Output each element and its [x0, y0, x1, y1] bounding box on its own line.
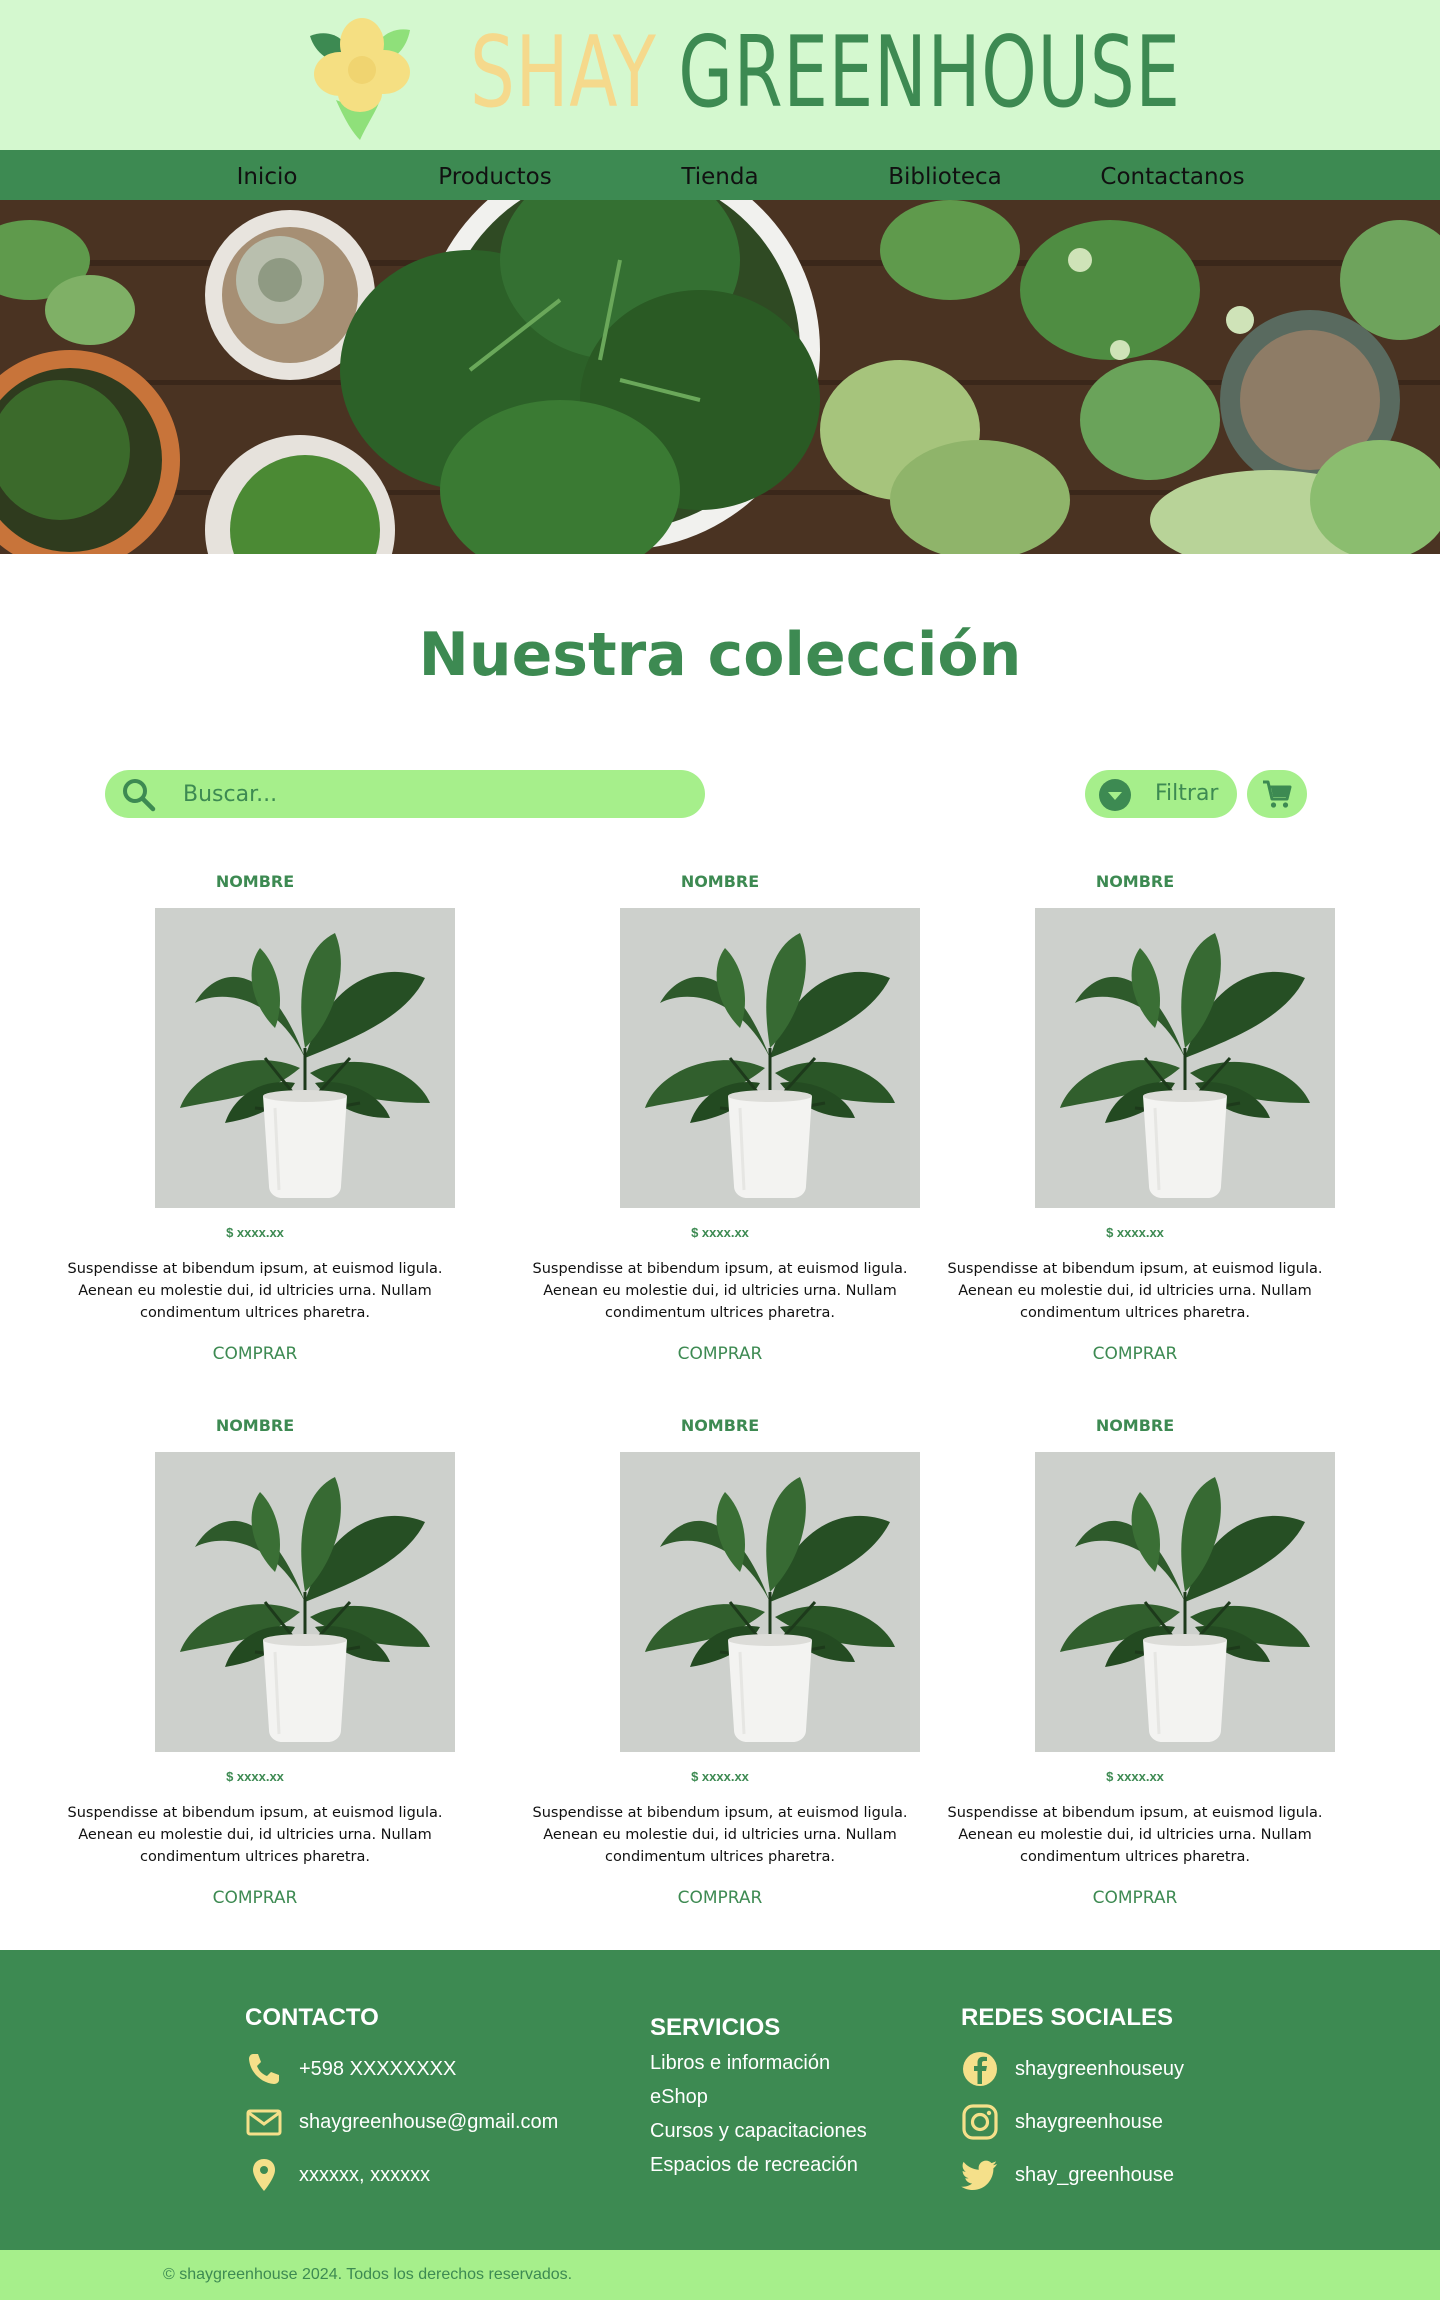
product-price: $ xxxx.xx [1106, 1225, 1164, 1240]
product-description: Suspendisse at bibendum ipsum, at euismo… [947, 1261, 1323, 1321]
service-item-libros[interactable]: Libros e información [650, 2046, 950, 2080]
cart-button[interactable] [1247, 770, 1307, 818]
product-image[interactable] [620, 1452, 920, 1752]
product-name: NOMBRE [1095, 872, 1175, 891]
product-card: NOMBRE $ xxxx.xx Suspendisse at bibendum… [530, 1416, 920, 1936]
potted-plant-illustration [645, 1477, 895, 1742]
product-card: NOMBRE $ xxxx.xx Suspendisse at bibendum… [65, 1416, 455, 1936]
product-card: NOMBRE $ xxxx.xx Suspendisse at bibendum… [65, 872, 455, 1392]
buy-button[interactable]: COMPRAR [65, 1888, 445, 1908]
section-title: Nuestra colección [418, 620, 1022, 690]
buy-button[interactable]: COMPRAR [530, 1344, 910, 1364]
potted-plant-illustration [1060, 933, 1310, 1198]
product-image[interactable] [1035, 1452, 1335, 1752]
search-bar[interactable] [105, 770, 705, 818]
nav-item-contactanos[interactable]: Contactanos [1095, 150, 1250, 200]
cart-icon [1263, 780, 1292, 808]
potted-plant-illustration [180, 933, 430, 1198]
buy-button[interactable]: COMPRAR [530, 1888, 910, 1908]
product-description: Suspendisse at bibendum ipsum, at euismo… [947, 1805, 1323, 1865]
product-image[interactable] [1035, 908, 1335, 1208]
product-price: $ xxxx.xx [691, 1769, 749, 1784]
brand-wordmark[interactable]: SHAY GREENHOUSE [470, 16, 1181, 130]
facebook-icon [963, 2052, 997, 2086]
instagram-icon [962, 2104, 998, 2140]
service-item-cursos[interactable]: Cursos y capacitaciones [650, 2114, 950, 2148]
footer-services-heading: SERVICIOS [650, 2014, 781, 2041]
mail-icon [246, 2109, 282, 2136]
nav-item-tienda[interactable]: Tienda [660, 150, 780, 200]
footer-services: SERVICIOS Libros e información eShop Cur… [650, 2014, 950, 2182]
copyright-bar: © shaygreenhouse 2024. Todos los derecho… [0, 2250, 1440, 2300]
site-footer: CONTACTO +598 XXXXXXXX shaygreenhouse@gm… [0, 1950, 1440, 2250]
product-name: NOMBRE [680, 1416, 760, 1435]
service-item-eshop[interactable]: eShop [650, 2080, 950, 2114]
potted-plant-illustration [1060, 1477, 1310, 1742]
product-image[interactable] [620, 908, 920, 1208]
social-facebook: shaygreenhouseuy [1015, 2058, 1185, 2080]
brand-part-greenhouse: GREENHOUSE [678, 16, 1181, 130]
footer-social: REDES SOCIALES shaygreenhouseuy shaygree… [961, 2004, 1301, 2204]
filter-label: Filtrar [1155, 781, 1219, 806]
flower-logo-icon[interactable] [290, 8, 430, 142]
product-description: Suspendisse at bibendum ipsum, at euismo… [67, 1805, 443, 1865]
product-name: NOMBRE [215, 1416, 295, 1435]
product-description: Suspendisse at bibendum ipsum, at euismo… [532, 1261, 908, 1321]
buy-button[interactable]: COMPRAR [945, 1888, 1325, 1908]
buy-button[interactable]: COMPRAR [945, 1344, 1325, 1364]
nav-item-productos[interactable]: Productos [420, 150, 570, 200]
hero-plants-illustration [0, 200, 1440, 554]
product-name: NOMBRE [215, 872, 295, 891]
location-pin-icon [253, 2159, 275, 2191]
search-input[interactable] [183, 770, 683, 818]
product-card: NOMBRE $ xxxx.xx Suspendisse at bibendum… [945, 1416, 1335, 1936]
product-image[interactable] [155, 1452, 455, 1752]
product-price: $ xxxx.xx [1106, 1769, 1164, 1784]
product-image[interactable] [155, 908, 455, 1208]
nav-item-inicio[interactable]: Inicio [217, 150, 317, 200]
top-header: SHAY GREENHOUSE [0, 0, 1440, 150]
product-name: NOMBRE [1095, 1416, 1175, 1435]
footer-social-heading: REDES SOCIALES [961, 2004, 1174, 2031]
contact-address: xxxxxx, xxxxxx [299, 2164, 431, 2186]
product-card: NOMBRE $ xxxx.xx Suspendisse at bibendum… [530, 872, 920, 1392]
product-price: $ xxxx.xx [691, 1225, 749, 1240]
filter-button[interactable]: Filtrar [1085, 770, 1237, 818]
search-icon[interactable] [121, 777, 157, 813]
product-card: NOMBRE $ xxxx.xx Suspendisse at bibendum… [945, 872, 1335, 1392]
service-item-espacios[interactable]: Espacios de recreación [650, 2148, 950, 2182]
product-price: $ xxxx.xx [226, 1225, 284, 1240]
main-navbar: Inicio Productos Tienda Biblioteca Conta… [0, 150, 1440, 200]
contact-email: shaygreenhouse@gmail.com [299, 2111, 559, 2133]
buy-button[interactable]: COMPRAR [65, 1344, 445, 1364]
footer-contact-heading: CONTACTO [245, 2004, 379, 2031]
copyright-text: © shaygreenhouse 2024. Todos los derecho… [163, 2266, 573, 2283]
social-instagram: shaygreenhouse [1015, 2111, 1163, 2133]
product-description: Suspendisse at bibendum ipsum, at euismo… [67, 1261, 443, 1321]
phone-icon [249, 2054, 279, 2084]
social-twitter: shay_greenhouse [1015, 2164, 1175, 2186]
product-name: NOMBRE [680, 872, 760, 891]
chevron-down-circle-icon [1099, 779, 1131, 811]
nav-item-biblioteca[interactable]: Biblioteca [875, 150, 1015, 200]
potted-plant-illustration [645, 933, 895, 1198]
product-price: $ xxxx.xx [226, 1769, 284, 1784]
hero-plants-banner [0, 200, 1440, 554]
brand-part-shay: SHAY [470, 16, 657, 130]
product-description: Suspendisse at bibendum ipsum, at euismo… [532, 1805, 908, 1865]
twitter-icon [961, 2160, 997, 2190]
footer-contact: CONTACTO +598 XXXXXXXX shaygreenhouse@gm… [245, 2004, 605, 2204]
contact-phone: +598 XXXXXXXX [299, 2058, 457, 2080]
potted-plant-illustration [180, 1477, 430, 1742]
